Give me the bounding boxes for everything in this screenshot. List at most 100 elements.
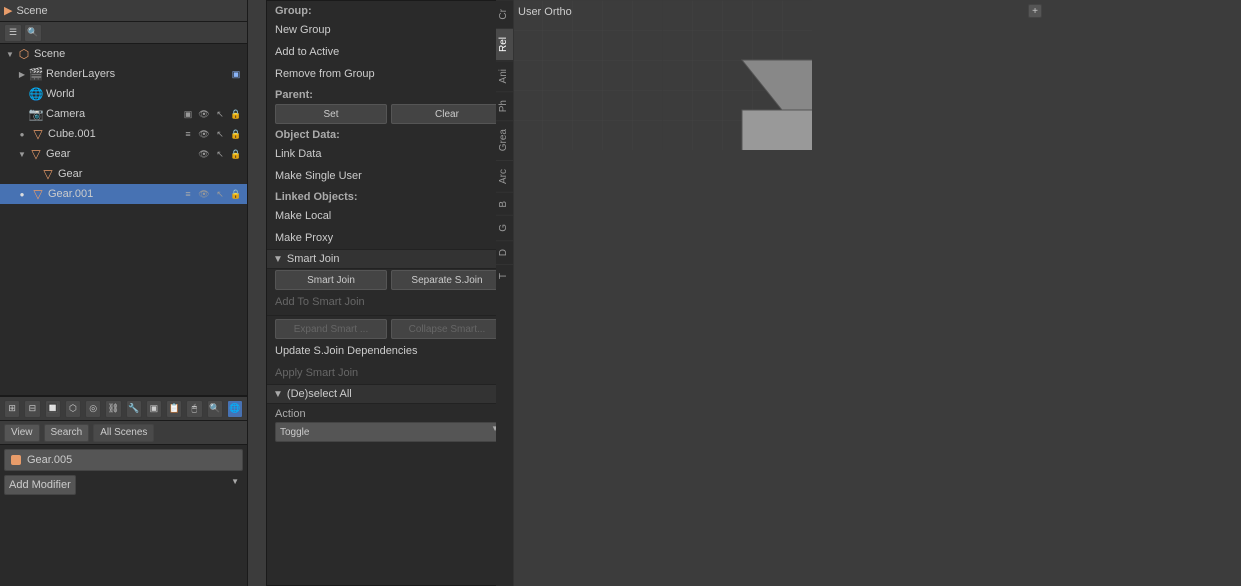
menu-make-local[interactable]: Make Local <box>267 205 511 227</box>
view-btn[interactable]: ☰ <box>4 24 22 42</box>
menu-remove-from-group[interactable]: Remove from Group <box>267 63 511 85</box>
gear001-modifier-icon[interactable]: ≡ <box>181 187 195 201</box>
cube-sel-icon[interactable]: ↖ <box>213 127 227 141</box>
tb-icon2[interactable]: ⊟ <box>24 400 40 418</box>
tb-icon5[interactable]: ◎ <box>85 400 101 418</box>
cam-sel-icon[interactable]: ↖ <box>213 107 227 121</box>
tb-icon4[interactable]: ⬡ <box>65 400 81 418</box>
smart-join-btn[interactable]: Smart Join <box>275 270 387 290</box>
linked-section-header: Linked Objects: <box>267 187 511 205</box>
tree-arrow-scene: ▼ <box>4 48 16 60</box>
tb-icon6[interactable]: ⛓ <box>105 400 121 418</box>
parent-set-btn[interactable]: Set <box>275 104 387 124</box>
tree-label-camera: Camera <box>46 108 181 120</box>
cube-vis-icon[interactable]: 👁 <box>197 127 211 141</box>
add-modifier-select[interactable]: Add Modifier <box>4 475 76 495</box>
tree-label-gear: Gear <box>46 148 197 160</box>
gear001-sel-icon[interactable]: ↖ <box>213 187 227 201</box>
tree-item-gear-child[interactable]: ▽ Gear <box>0 164 247 184</box>
viewport: User Ortho <box>512 0 1241 586</box>
gear-vis-icon[interactable]: 👁 <box>197 147 211 161</box>
tree-item-scene[interactable]: ▼ ⬡ Scene <box>0 44 247 64</box>
cube-modifier-icon[interactable]: ≡ <box>181 127 195 141</box>
side-tab-rel[interactable]: Rel <box>496 28 513 60</box>
tree-label-world: World <box>46 88 245 100</box>
side-tab-grea[interactable]: Grea <box>496 120 513 159</box>
separate-sjoin-btn[interactable]: Separate S.Join <box>391 270 503 290</box>
smart-join-label: Smart Join <box>287 253 340 265</box>
properties-bottom: ⊞ ⊟ 🔲 ⬡ ◎ ⛓ 🔧 ▣ 📋 🖱 🔍 🌐 View Search All … <box>0 396 247 586</box>
cam-lock-icon[interactable]: 🔒 <box>229 107 243 121</box>
tb-icon11[interactable]: 🔍 <box>207 400 223 418</box>
middle-area: Cr Rel Ani Ph Grea Arc B G D T Group: Ne… <box>248 0 512 586</box>
tb-icon10[interactable]: 🖱 <box>186 400 202 418</box>
side-tab-b[interactable]: B <box>496 192 513 216</box>
side-tab-ani[interactable]: Ani <box>496 60 513 91</box>
collapse-smart-btn: Collapse Smart... <box>391 319 503 339</box>
search-button[interactable]: Search <box>44 424 90 442</box>
outliner-tree: ▼ ⬡ Scene ▶ 🎬 RenderLayers ▣ 🌐 World 📷 C… <box>0 44 247 395</box>
tree-item-gear001[interactable]: ● ▽ Gear.001 ≡ 👁 ↖ 🔒 <box>0 184 247 204</box>
tree-item-camera[interactable]: 📷 Camera ▣ 👁 ↖ 🔒 <box>0 104 247 124</box>
scene-type-icon: ⬡ <box>16 46 32 62</box>
viewport-add-btn[interactable]: + <box>1028 4 1042 18</box>
cube-type-icon: ▽ <box>30 126 46 142</box>
all-scenes-button[interactable]: All Scenes <box>93 424 154 442</box>
viewport-label: User Ortho <box>518 6 572 18</box>
tb-icon12[interactable]: 🌐 <box>227 400 243 418</box>
parent-clear-btn[interactable]: Clear <box>391 104 503 124</box>
cam-render-icon[interactable]: ▣ <box>181 107 195 121</box>
gear-icons: 👁 ↖ 🔒 <box>197 147 245 161</box>
camera-icon: 📷 <box>28 106 44 122</box>
cube-render-icon[interactable]: 🔒 <box>229 127 243 141</box>
tree-item-cube001[interactable]: ● ▽ Cube.001 ≡ 👁 ↖ 🔒 <box>0 124 247 144</box>
tree-label-rl: RenderLayers <box>46 68 229 80</box>
view-button[interactable]: View <box>4 424 40 442</box>
tree-item-gear[interactable]: ▼ ▽ Gear 👁 ↖ 🔒 <box>0 144 247 164</box>
gear-render-icon[interactable]: 🔒 <box>229 147 243 161</box>
menu-new-group[interactable]: New Group <box>267 19 511 41</box>
gear001-vis-icon[interactable]: 👁 <box>197 187 211 201</box>
side-tab-g[interactable]: G <box>496 215 513 240</box>
menu-make-proxy[interactable]: Make Proxy <box>267 227 511 249</box>
tree-arrow-rl: ▶ <box>16 68 28 80</box>
tree-label-scene: Scene <box>34 48 245 60</box>
menu-link-data[interactable]: Link Data <box>267 143 511 165</box>
action-select[interactable]: Toggle Select Deselect <box>275 422 503 442</box>
renderlayer-icon: 🎬 <box>28 66 44 82</box>
view-toolbar: View Search All Scenes <box>0 421 247 445</box>
tree-item-renderlayers[interactable]: ▶ 🎬 RenderLayers ▣ <box>0 64 247 84</box>
tb-icon8[interactable]: ▣ <box>146 400 162 418</box>
side-tab-ph[interactable]: Ph <box>496 91 513 120</box>
deselect-label: (De)select All <box>287 388 352 400</box>
side-tab-cr[interactable]: Cr <box>496 0 513 28</box>
gear001-render-icon[interactable]: 🔒 <box>229 187 243 201</box>
side-tab-arc[interactable]: Arc <box>496 160 513 192</box>
tb-icon1[interactable]: ⊞ <box>4 400 20 418</box>
context-menu: Group: New Group Add to Active Remove fr… <box>266 0 512 586</box>
rl-vis-icon[interactable]: ▣ <box>229 67 243 81</box>
cam-vis-icon[interactable]: 👁 <box>197 107 211 121</box>
deselect-all-toggle[interactable]: ▼ (De)select All ··· <box>267 384 511 404</box>
tb-icon3[interactable]: 🔲 <box>45 400 61 418</box>
action-row: Action Toggle Select Deselect <box>267 404 511 446</box>
smart-join-divider <box>267 315 511 316</box>
parent-section-header: Parent: <box>267 85 511 103</box>
selected-object-name: Gear.005 <box>4 449 243 471</box>
smart-join-toggle[interactable]: ▼ Smart Join ··· <box>267 249 511 269</box>
cam-icons: ▣ 👁 ↖ 🔒 <box>181 107 245 121</box>
side-tab-d[interactable]: D <box>496 240 513 264</box>
menu-make-single-user[interactable]: Make Single User <box>267 165 511 187</box>
side-tab-t[interactable]: T <box>496 264 513 287</box>
gear-sel-icon[interactable]: ↖ <box>213 147 227 161</box>
gear001-dot: ● <box>16 190 28 199</box>
tb-icon7[interactable]: 🔧 <box>126 400 142 418</box>
tb-icon9[interactable]: 📋 <box>166 400 182 418</box>
menu-update-sjoin-deps[interactable]: Update S.Join Dependencies <box>267 340 511 362</box>
tree-item-world[interactable]: 🌐 World <box>0 84 247 104</box>
tree-label-gear001: Gear.001 <box>48 188 181 200</box>
menu-add-to-active[interactable]: Add to Active <box>267 41 511 63</box>
search-btn[interactable]: 🔍 <box>24 24 42 42</box>
modifier-row: Add Modifier ▼ <box>4 475 243 495</box>
tree-label-cube001: Cube.001 <box>48 128 181 140</box>
